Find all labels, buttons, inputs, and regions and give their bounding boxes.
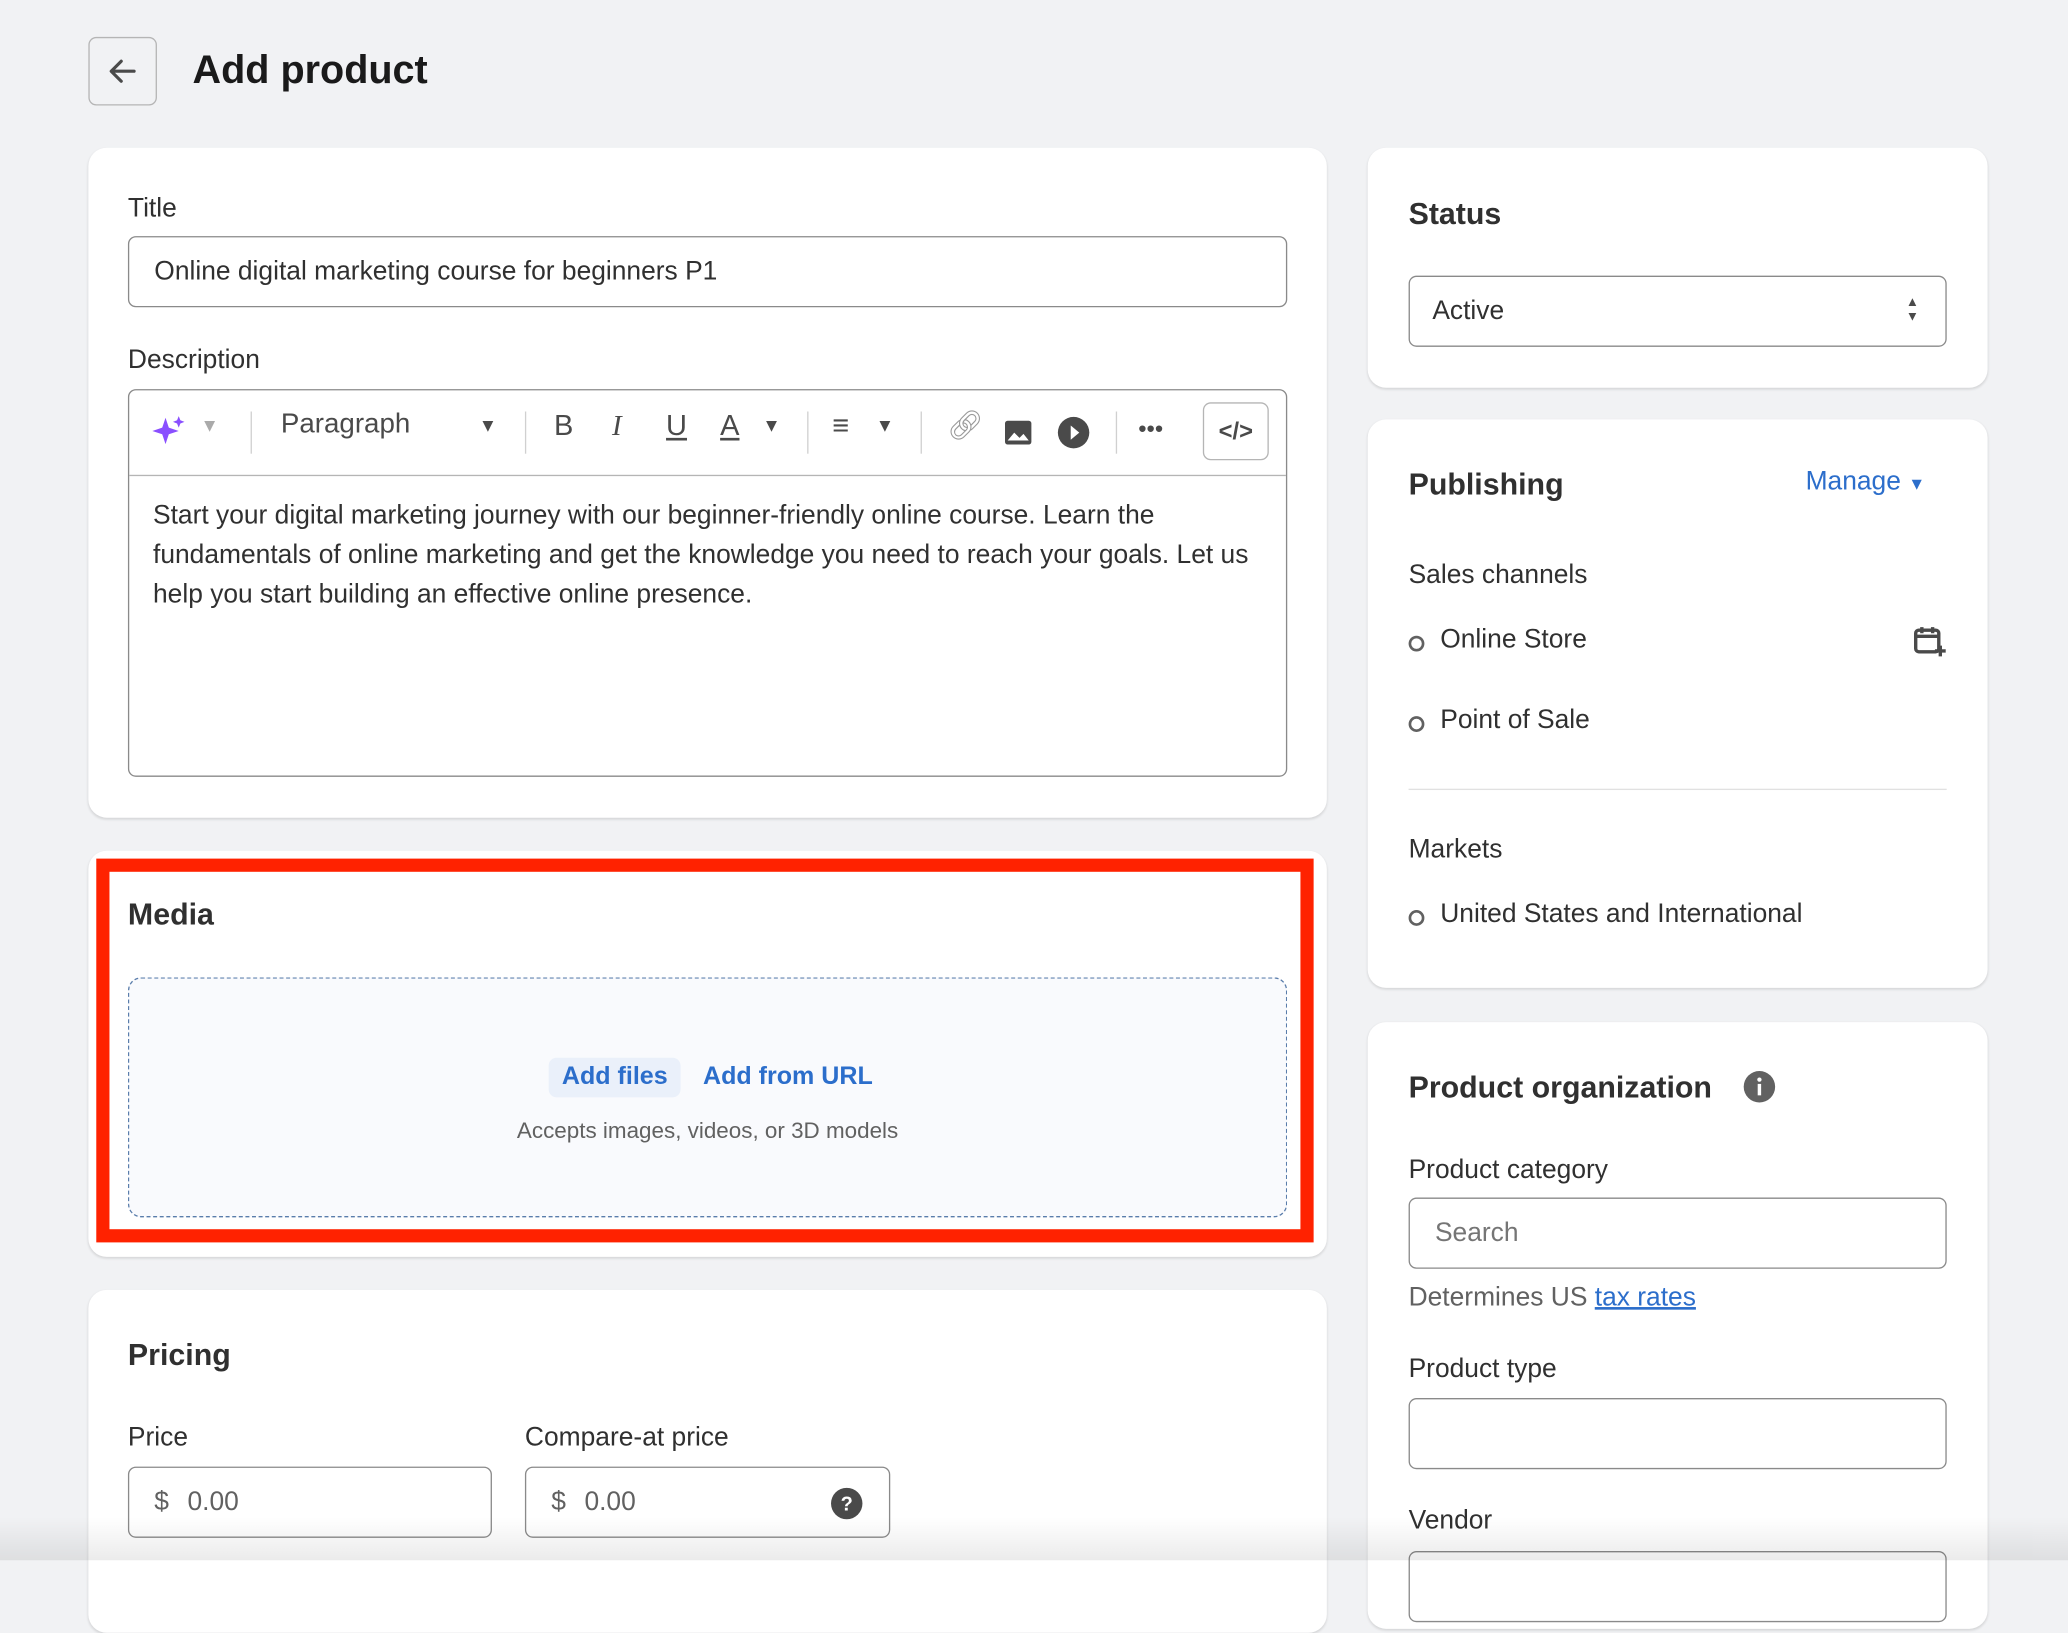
manage-button[interactable]: Manage ▼ bbox=[1806, 467, 1926, 497]
info-icon[interactable] bbox=[1742, 1070, 1776, 1104]
category-help: Determines US tax rates bbox=[1409, 1283, 1696, 1313]
more-button[interactable]: ••• bbox=[1138, 415, 1163, 443]
status-dot bbox=[1408, 635, 1425, 652]
divider bbox=[524, 411, 527, 454]
status-select[interactable]: Active ▲ ▼ bbox=[1408, 275, 1947, 347]
back-button[interactable] bbox=[88, 36, 157, 106]
chevron-down-icon[interactable]: ▼ bbox=[762, 414, 780, 435]
underline-button[interactable]: U bbox=[666, 409, 687, 443]
editor-toolbar: ▼ Paragraph ▼ B I U A ▼ ≡ ▼ 🔗︎ ••• </> bbox=[129, 390, 1286, 477]
divider bbox=[807, 411, 809, 454]
sales-channels-label: Sales channels bbox=[1408, 560, 1588, 590]
status-title: Status bbox=[1408, 196, 1502, 231]
product-category-label: Product category bbox=[1408, 1155, 1609, 1185]
chevron-down-icon[interactable]: ▼ bbox=[200, 414, 218, 435]
add-files-button[interactable]: Add files bbox=[548, 1057, 681, 1098]
vendor-input[interactable] bbox=[1408, 1551, 1947, 1623]
compare-price-label: Compare-at price bbox=[524, 1423, 729, 1453]
code-icon: </> bbox=[1218, 417, 1253, 444]
bold-button[interactable]: B bbox=[554, 409, 573, 443]
media-title: Media bbox=[127, 896, 214, 932]
market-item: United States and International bbox=[1440, 899, 1803, 929]
caret-down-icon: ▼ bbox=[1908, 473, 1926, 494]
title-label: Title bbox=[127, 193, 177, 223]
manage-label: Manage bbox=[1805, 466, 1901, 496]
ai-sparkle-icon[interactable] bbox=[149, 413, 189, 453]
description-editor: ▼ Paragraph ▼ B I U A ▼ ≡ ▼ 🔗︎ ••• </> S… bbox=[127, 389, 1288, 777]
page-title: Add product bbox=[192, 48, 428, 93]
currency-symbol: $ bbox=[551, 1487, 566, 1517]
select-arrows-icon: ▲ ▼ bbox=[1905, 295, 1919, 325]
category-placeholder: Search bbox=[1434, 1218, 1519, 1248]
description-label: Description bbox=[127, 345, 260, 375]
format-select[interactable]: Paragraph bbox=[281, 409, 410, 441]
media-card: Media Add files Add from URL Accepts ima… bbox=[88, 850, 1327, 1257]
price-label: Price bbox=[127, 1423, 189, 1453]
chevron-down-icon[interactable]: ▼ bbox=[479, 414, 497, 435]
help-icon[interactable]: ? bbox=[830, 1486, 864, 1520]
text-color-button[interactable]: A bbox=[720, 409, 739, 443]
product-type-input[interactable] bbox=[1408, 1398, 1947, 1470]
product-category-input[interactable]: Search bbox=[1408, 1197, 1947, 1269]
category-help-text: Determines US bbox=[1408, 1283, 1595, 1313]
description-text[interactable]: Start your digital marketing journey wit… bbox=[153, 496, 1261, 615]
title-value: Online digital marketing course for begi… bbox=[154, 256, 718, 286]
tax-rates-link[interactable]: tax rates bbox=[1595, 1283, 1696, 1312]
italic-button[interactable]: I bbox=[612, 409, 622, 443]
product-type-label: Product type bbox=[1408, 1354, 1557, 1384]
divider bbox=[250, 411, 252, 454]
bottom-fade bbox=[0, 1516, 2068, 1561]
channel-point-of-sale: Point of Sale bbox=[1440, 705, 1590, 735]
divider bbox=[1115, 411, 1118, 454]
title-input[interactable]: Online digital marketing course for begi… bbox=[127, 236, 1288, 308]
status-value: Active bbox=[1432, 296, 1505, 326]
chevron-down-icon[interactable]: ▼ bbox=[876, 414, 894, 435]
publishing-title: Publishing bbox=[1408, 466, 1564, 502]
status-dot bbox=[1408, 716, 1425, 732]
divider bbox=[1408, 788, 1947, 791]
svg-text:?: ? bbox=[841, 1494, 853, 1516]
image-icon[interactable] bbox=[1002, 417, 1034, 449]
arrow-left-icon bbox=[109, 59, 136, 83]
page: Add product Title Online digital marketi… bbox=[0, 0, 2068, 1633]
status-dot bbox=[1408, 910, 1425, 926]
publishing-card: Publishing Manage ▼ Sales channels Onlin… bbox=[1367, 419, 1988, 988]
organization-title: Product organization bbox=[1408, 1069, 1712, 1104]
product-details-card: Title Online digital marketing course fo… bbox=[88, 147, 1327, 818]
channel-online-store: Online Store bbox=[1440, 625, 1587, 655]
link-icon[interactable]: 🔗︎ bbox=[947, 409, 984, 443]
price-placeholder: 0.00 bbox=[187, 1487, 239, 1517]
currency-symbol: $ bbox=[154, 1487, 169, 1517]
divider bbox=[920, 411, 922, 454]
status-card: Status Active ▲ ▼ bbox=[1367, 147, 1988, 388]
compare-price-placeholder: 0.00 bbox=[584, 1487, 636, 1517]
pricing-card: Pricing Price $0.00 Compare-at price $0.… bbox=[88, 1289, 1327, 1633]
video-icon[interactable] bbox=[1056, 415, 1090, 449]
media-hint: Accepts images, videos, or 3D models bbox=[516, 1118, 899, 1144]
add-from-url-button[interactable]: Add from URL bbox=[703, 1063, 873, 1092]
calendar-schedule-icon[interactable] bbox=[1911, 623, 1948, 660]
media-dropzone[interactable]: Add files Add from URL Accepts images, v… bbox=[127, 977, 1288, 1218]
align-icon[interactable]: ≡ bbox=[832, 409, 849, 443]
pricing-title: Pricing bbox=[127, 1337, 231, 1372]
markets-label: Markets bbox=[1408, 834, 1503, 864]
code-view-button[interactable]: </> bbox=[1202, 402, 1269, 461]
